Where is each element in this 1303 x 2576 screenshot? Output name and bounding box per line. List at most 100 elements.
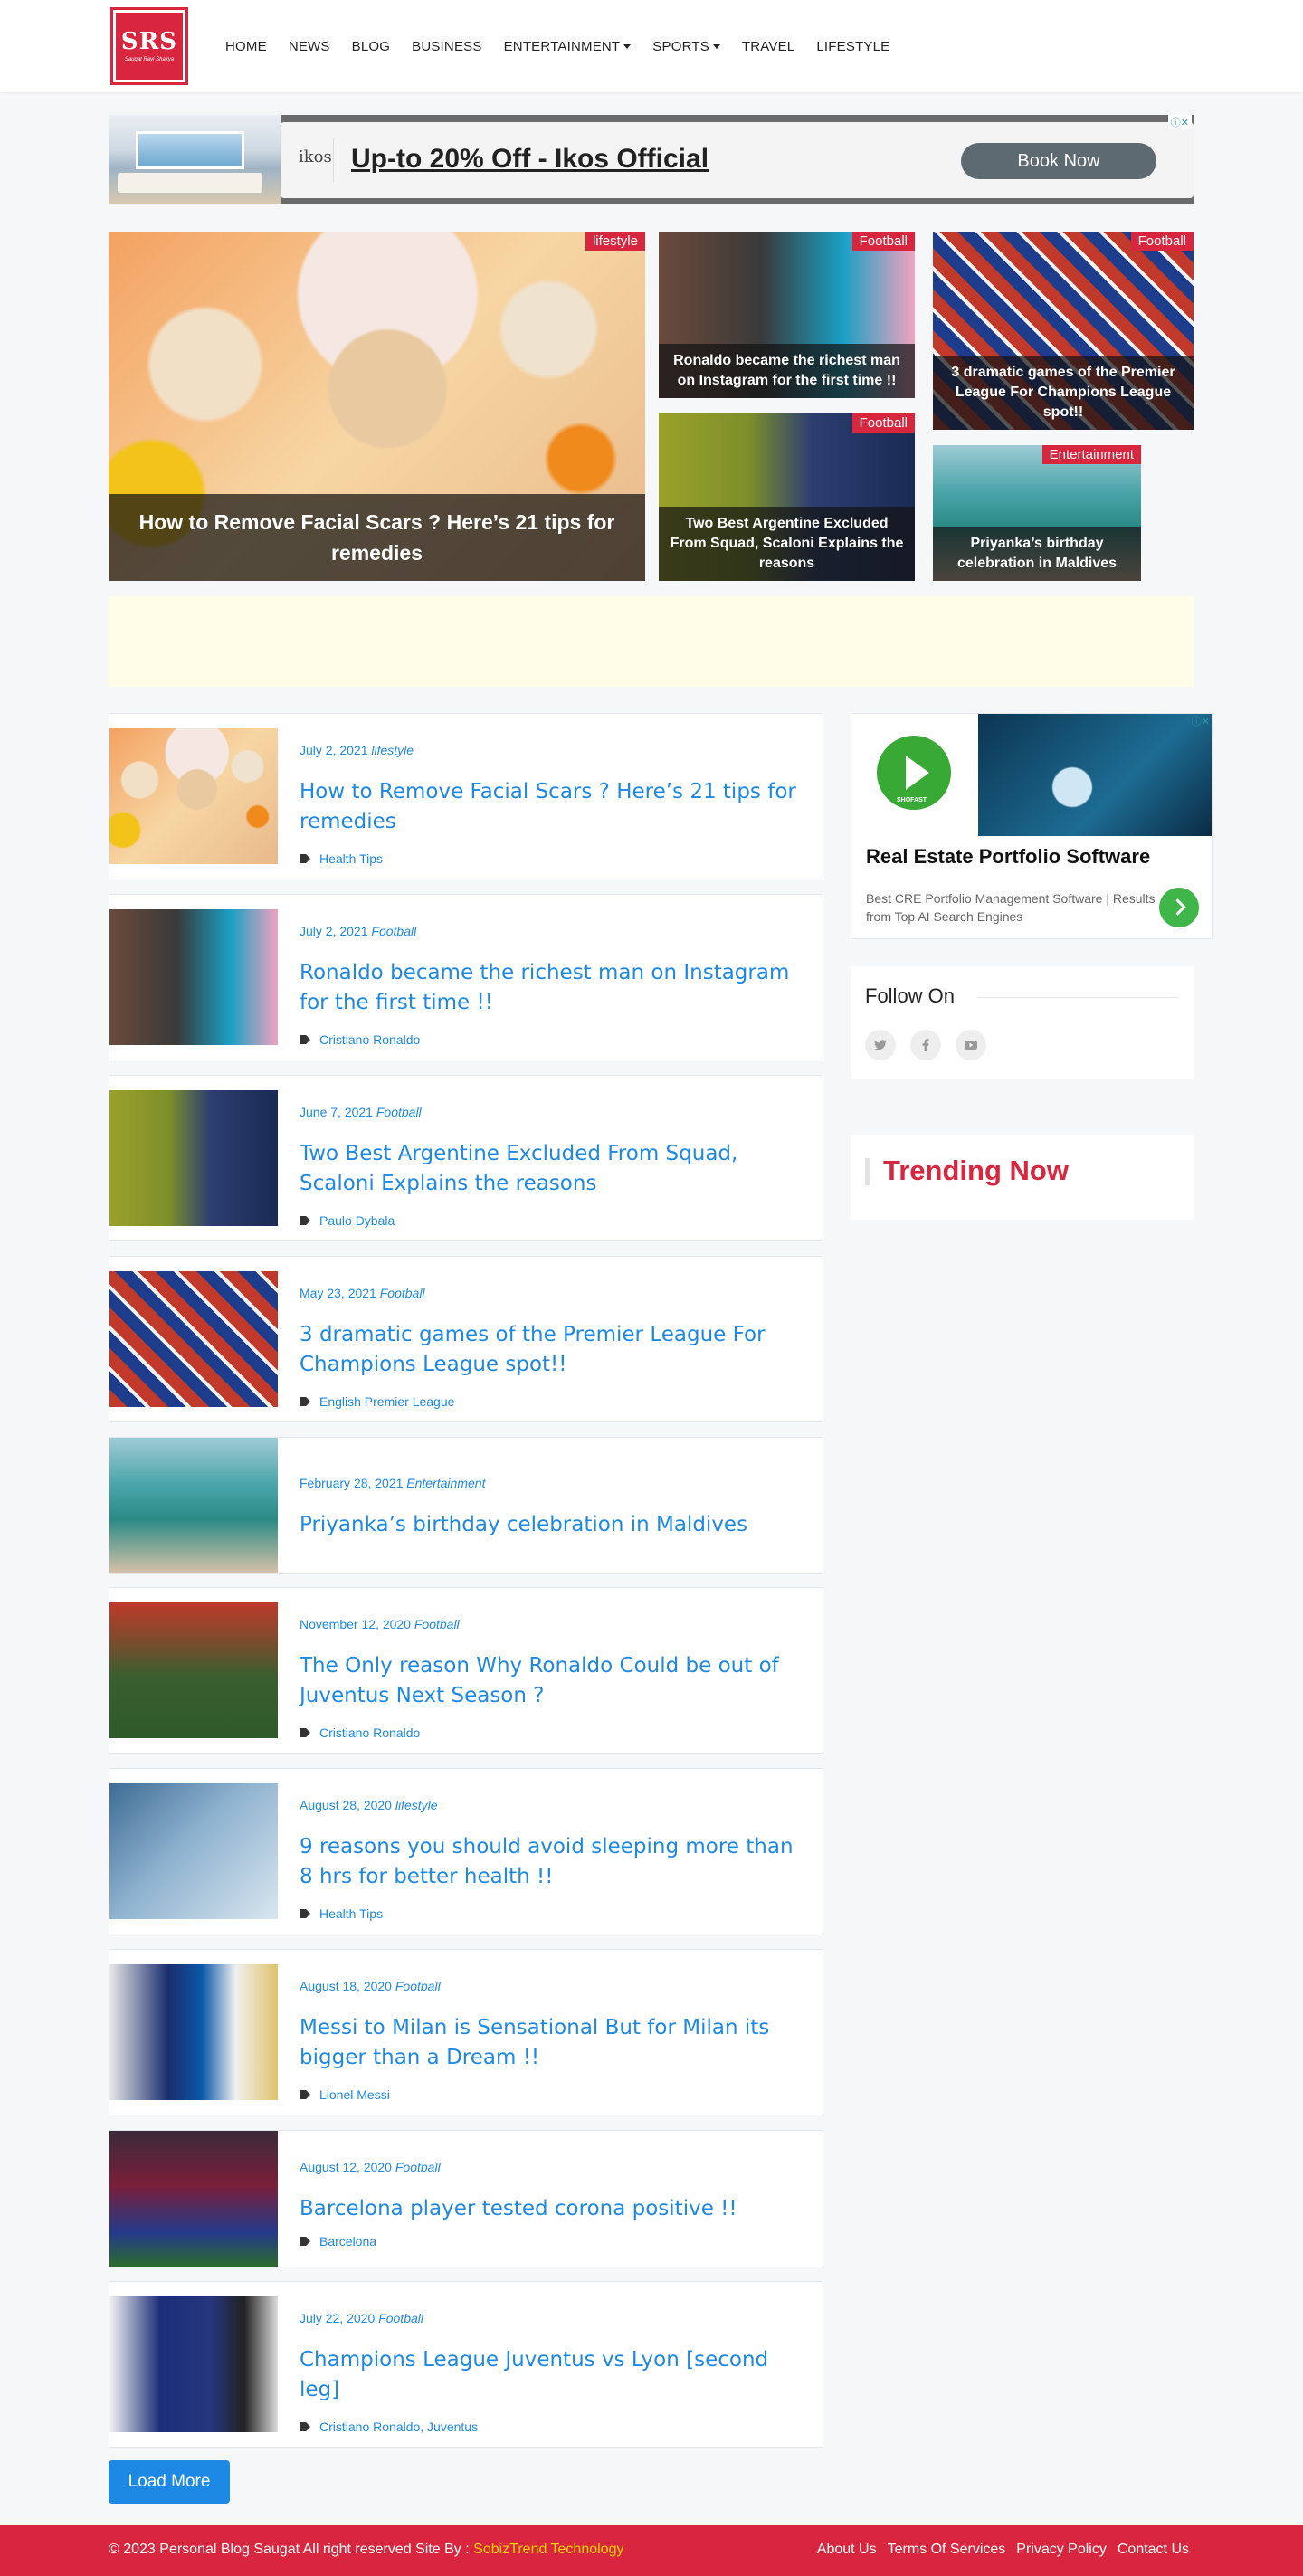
- post-category[interactable]: Football: [414, 1617, 460, 1631]
- post-category[interactable]: lifestyle: [395, 1798, 438, 1812]
- featured-tile[interactable]: Football Ronaldo became the richest man …: [659, 232, 915, 398]
- tag-link[interactable]: Health Tips: [319, 1906, 383, 1921]
- load-more-button[interactable]: Load More: [109, 2460, 230, 2504]
- footer-link-about[interactable]: About Us: [817, 2542, 877, 2558]
- post-thumbnail[interactable]: [109, 1271, 278, 1407]
- tags-icon: [300, 1909, 310, 1918]
- post-tags: Health Tips: [300, 851, 383, 866]
- sidebar-ad[interactable]: SHOFAST ⓘ✕ Real Estate Portfolio Softwar…: [851, 713, 1213, 939]
- post-title[interactable]: Two Best Argentine Excluded From Squad, …: [300, 1139, 808, 1199]
- post-title[interactable]: 9 reasons you should avoid sleeping more…: [300, 1832, 808, 1892]
- post-meta: June 7, 2021 Football: [300, 1105, 422, 1119]
- ad-description: Best CRE Portfolio Management Software |…: [866, 891, 1156, 924]
- category-badge[interactable]: Football: [851, 232, 915, 251]
- post-title[interactable]: How to Remove Facial Scars ? Here’s 21 t…: [300, 777, 808, 837]
- post-card[interactable]: August 18, 2020 Football Messi to Milan …: [109, 1949, 823, 2115]
- post-card[interactable]: July 2, 2021 lifestyle How to Remove Fac…: [109, 713, 823, 879]
- tag-link[interactable]: Cristiano Ronaldo: [319, 1032, 420, 1047]
- post-title[interactable]: Barcelona player tested corona positive …: [300, 2194, 808, 2224]
- post-category[interactable]: Football: [395, 2160, 441, 2174]
- post-thumbnail[interactable]: [109, 909, 278, 1045]
- post-card[interactable]: August 12, 2020 Football Barcelona playe…: [109, 2130, 823, 2267]
- post-category[interactable]: Football: [378, 2311, 423, 2325]
- trending-widget: Trending Now: [851, 1135, 1194, 1220]
- site-logo[interactable]: SRS Saugat Ravi Shakya: [110, 7, 188, 85]
- tags-icon: [300, 2090, 310, 2099]
- chevron-right-icon[interactable]: [1159, 888, 1199, 927]
- ad-book-now-button[interactable]: Book Now: [961, 143, 1156, 179]
- tag-link[interactable]: Lionel Messi: [319, 2087, 390, 2102]
- category-badge[interactable]: Football: [851, 413, 915, 433]
- twitter-icon[interactable]: [865, 1030, 896, 1060]
- post-title[interactable]: Priyanka’s birthday celebration in Maldi…: [300, 1510, 808, 1540]
- post-category[interactable]: Football: [376, 1105, 422, 1119]
- post-thumbnail[interactable]: [109, 1090, 278, 1226]
- post-category[interactable]: Football: [395, 1979, 441, 1993]
- post-card[interactable]: May 23, 2021 Football 3 dramatic games o…: [109, 1256, 823, 1422]
- footer-link-contact[interactable]: Contact Us: [1118, 2542, 1189, 2558]
- tags-icon: [300, 854, 310, 863]
- post-title[interactable]: Ronaldo became the richest man on Instag…: [300, 958, 808, 1018]
- post-card[interactable]: July 2, 2021 Football Ronaldo became the…: [109, 894, 823, 1060]
- post-title[interactable]: Champions League Juventus vs Lyon [secon…: [300, 2345, 808, 2405]
- category-badge[interactable]: Football: [1130, 232, 1194, 251]
- featured-tile[interactable]: Football 3 dramatic games of the Premier…: [933, 232, 1194, 430]
- post-category[interactable]: lifestyle: [371, 743, 414, 757]
- post-thumbnail[interactable]: [109, 2131, 278, 2267]
- top-ad-banner[interactable]: ikos Up-to 20% Off - Ikos Official Book …: [109, 115, 1194, 204]
- nav-home[interactable]: HOME: [214, 39, 278, 54]
- nav-entertainment[interactable]: ENTERTAINMENT: [493, 39, 642, 54]
- ad-close-icon[interactable]: ⓘ✕: [1167, 115, 1192, 129]
- tag-link[interactable]: Barcelona: [319, 2234, 376, 2248]
- post-tags: Lionel Messi: [300, 2087, 390, 2102]
- post-thumbnail[interactable]: [109, 1438, 278, 1573]
- nav-lifestyle[interactable]: LIFESTYLE: [805, 39, 900, 54]
- post-thumbnail[interactable]: [109, 1964, 278, 2100]
- post-card[interactable]: June 7, 2021 Football Two Best Argentine…: [109, 1075, 823, 1241]
- post-card[interactable]: November 12, 2020 Football The Only reas…: [109, 1587, 823, 1754]
- post-thumbnail[interactable]: [109, 2296, 278, 2432]
- facebook-icon[interactable]: [910, 1030, 941, 1060]
- tag-link[interactable]: Paulo Dybala: [319, 1213, 395, 1228]
- post-meta: August 12, 2020 Football: [300, 2160, 441, 2174]
- nav-sports[interactable]: SPORTS: [642, 39, 731, 54]
- ad-title[interactable]: Real Estate Portfolio Software: [866, 845, 1150, 869]
- post-title[interactable]: The Only reason Why Ronaldo Could be out…: [300, 1651, 808, 1711]
- post-meta: July 2, 2021 Football: [300, 924, 417, 938]
- site-footer: © 2023 Personal Blog Saugat All right re…: [0, 2525, 1303, 2576]
- tag-link[interactable]: Cristiano Ronaldo, Juventus: [319, 2419, 478, 2434]
- featured-tile[interactable]: Football Two Best Argentine Excluded Fro…: [659, 413, 915, 581]
- tag-link[interactable]: English Premier League: [319, 1394, 454, 1409]
- category-badge[interactable]: Entertainment: [1041, 445, 1141, 464]
- post-thumbnail[interactable]: [109, 728, 278, 864]
- post-title[interactable]: 3 dramatic games of the Premier League F…: [300, 1320, 808, 1380]
- nav-travel[interactable]: TRAVEL: [731, 39, 805, 54]
- post-category[interactable]: Football: [380, 1286, 425, 1300]
- nav-blog[interactable]: BLOG: [341, 39, 401, 54]
- site-credit-link[interactable]: SobizTrend Technology: [473, 2542, 623, 2557]
- logo-mark: SRS Saugat Ravi Shakya: [116, 13, 183, 80]
- post-card[interactable]: August 28, 2020 lifestyle 9 reasons you …: [109, 1768, 823, 1934]
- post-card[interactable]: July 22, 2020 Football Champions League …: [109, 2281, 823, 2448]
- copyright-text: © 2023 Personal Blog Saugat All right re…: [109, 2542, 624, 2557]
- category-badge[interactable]: lifestyle: [585, 232, 645, 251]
- nav-business[interactable]: BUSINESS: [401, 39, 492, 54]
- ad-brand: SHOFAST: [897, 797, 927, 803]
- ad-title-link[interactable]: Up-to 20% Off - Ikos Official: [351, 144, 709, 175]
- nav-news[interactable]: NEWS: [278, 39, 341, 54]
- post-thumbnail[interactable]: [109, 1602, 278, 1738]
- post-thumbnail[interactable]: [109, 1783, 278, 1919]
- post-tags: English Premier League: [300, 1394, 454, 1409]
- tag-link[interactable]: Health Tips: [319, 851, 383, 866]
- post-category[interactable]: Football: [371, 924, 416, 938]
- post-category[interactable]: Entertainment: [406, 1476, 485, 1490]
- featured-main-post[interactable]: lifestyle How to Remove Facial Scars ? H…: [109, 232, 645, 581]
- footer-link-terms[interactable]: Terms Of Services: [888, 2542, 1006, 2558]
- ad-close-icon[interactable]: ⓘ✕: [1192, 714, 1210, 728]
- post-card[interactable]: February 28, 2021 Entertainment Priyanka…: [109, 1437, 823, 1574]
- youtube-icon[interactable]: [956, 1030, 986, 1060]
- featured-tile[interactable]: Entertainment Priyanka’s birthday celebr…: [933, 445, 1141, 581]
- tag-link[interactable]: Cristiano Ronaldo: [319, 1725, 420, 1740]
- footer-link-privacy[interactable]: Privacy Policy: [1016, 2542, 1107, 2558]
- post-title[interactable]: Messi to Milan is Sensational But for Mi…: [300, 2013, 808, 2073]
